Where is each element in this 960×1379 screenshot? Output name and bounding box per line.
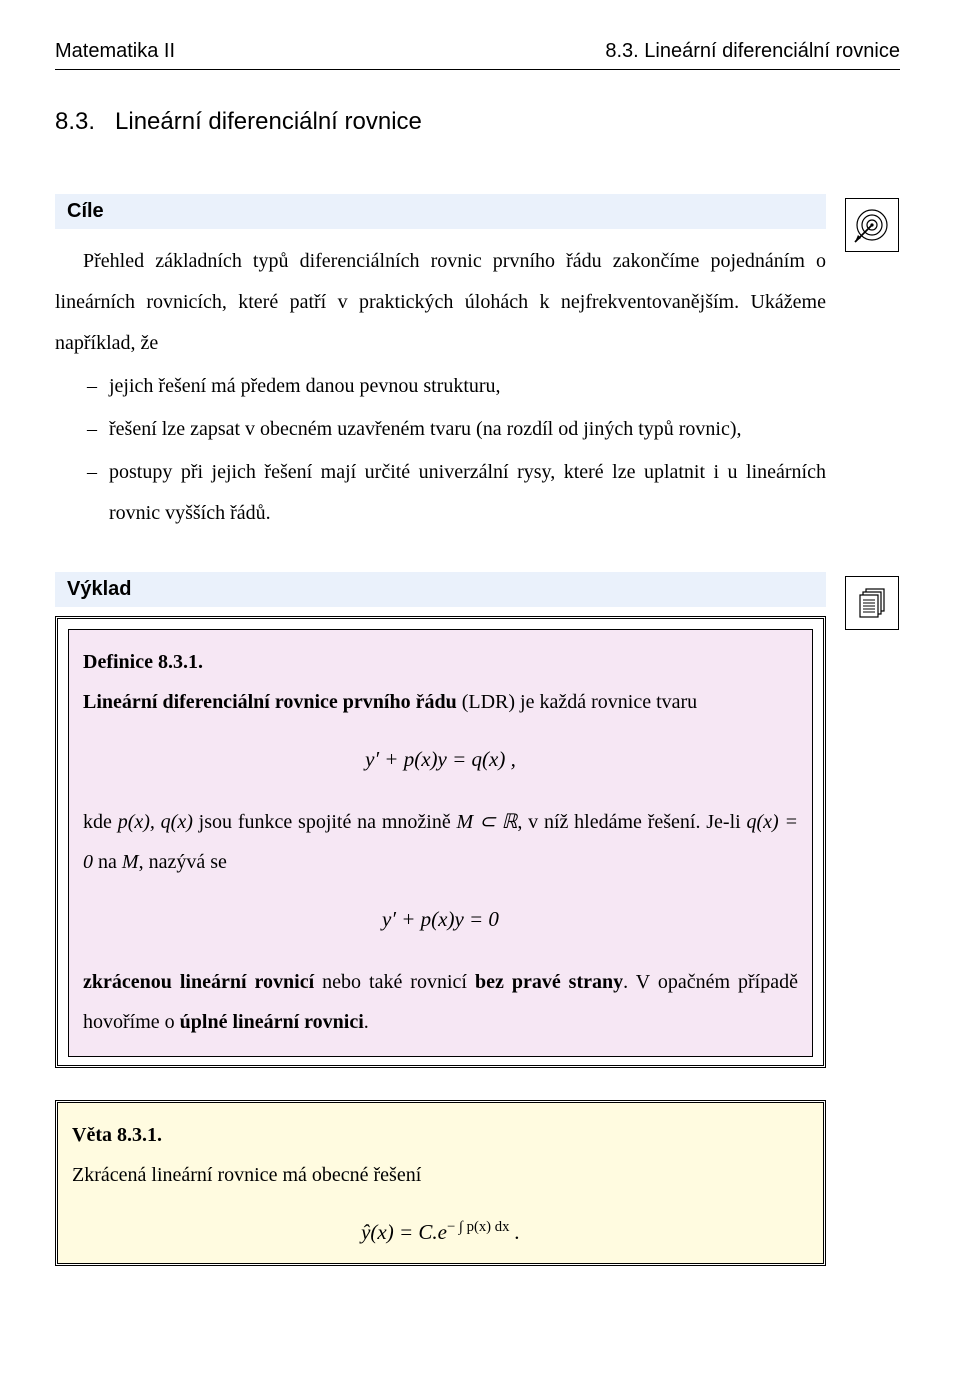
header-left: Matematika II <box>55 40 175 63</box>
theorem-line1: Zkrácená lineární rovnice má obecné řeše… <box>72 1155 809 1195</box>
definition-formula-1: y′ + p(x)y = q(x) , <box>83 738 798 780</box>
target-icon <box>845 198 899 252</box>
vyklad-label: Výklad <box>55 572 826 607</box>
pages-icon <box>845 576 899 630</box>
cile-paragraph: Přehled základních typů diferenciálních … <box>55 241 826 364</box>
cile-list: jejich řešení má předem danou pevnou str… <box>95 366 826 534</box>
cile-list-item: jejich řešení má předem danou pevnou str… <box>95 366 826 407</box>
definition-line1: Lineární diferenciální rovnice prvního ř… <box>83 682 798 722</box>
cile-list-item: postupy při jejich řešení mají určité un… <box>95 452 826 534</box>
cile-list-item: řešení lze zapsat v obecném uzavřeném tv… <box>95 409 826 450</box>
definition-formula-2: y′ + p(x)y = 0 <box>83 898 798 940</box>
cile-body: Přehled základních typů diferenciálních … <box>55 241 826 534</box>
header-rule <box>55 69 900 70</box>
theorem-box: Věta 8.3.1. Zkrácená lineární rovnice má… <box>55 1100 826 1266</box>
section-number: 8.3. <box>55 108 95 136</box>
theorem-title: Věta 8.3.1. <box>72 1115 809 1155</box>
cile-label: Cíle <box>55 194 826 229</box>
definition-line3: zkrácenou lineární rovnicí nebo také rov… <box>83 962 798 1042</box>
header-right: 8.3. Lineární diferenciální rovnice <box>605 40 900 63</box>
theorem-formula: ŷ(x) = C.e− ∫ p(x) dx . <box>72 1211 809 1253</box>
section-heading: 8.3. Lineární diferenciální rovnice <box>55 108 900 136</box>
definition-box: Definice 8.3.1. Lineární diferenciální r… <box>55 616 826 1068</box>
definition-line2: kde p(x), q(x) jsou funkce spojité na mn… <box>83 802 798 882</box>
section-title: Lineární diferenciální rovnice <box>115 108 422 136</box>
definition-title: Definice 8.3.1. <box>83 642 798 682</box>
page-header: Matematika II 8.3. Lineární diferenciáln… <box>55 40 900 63</box>
